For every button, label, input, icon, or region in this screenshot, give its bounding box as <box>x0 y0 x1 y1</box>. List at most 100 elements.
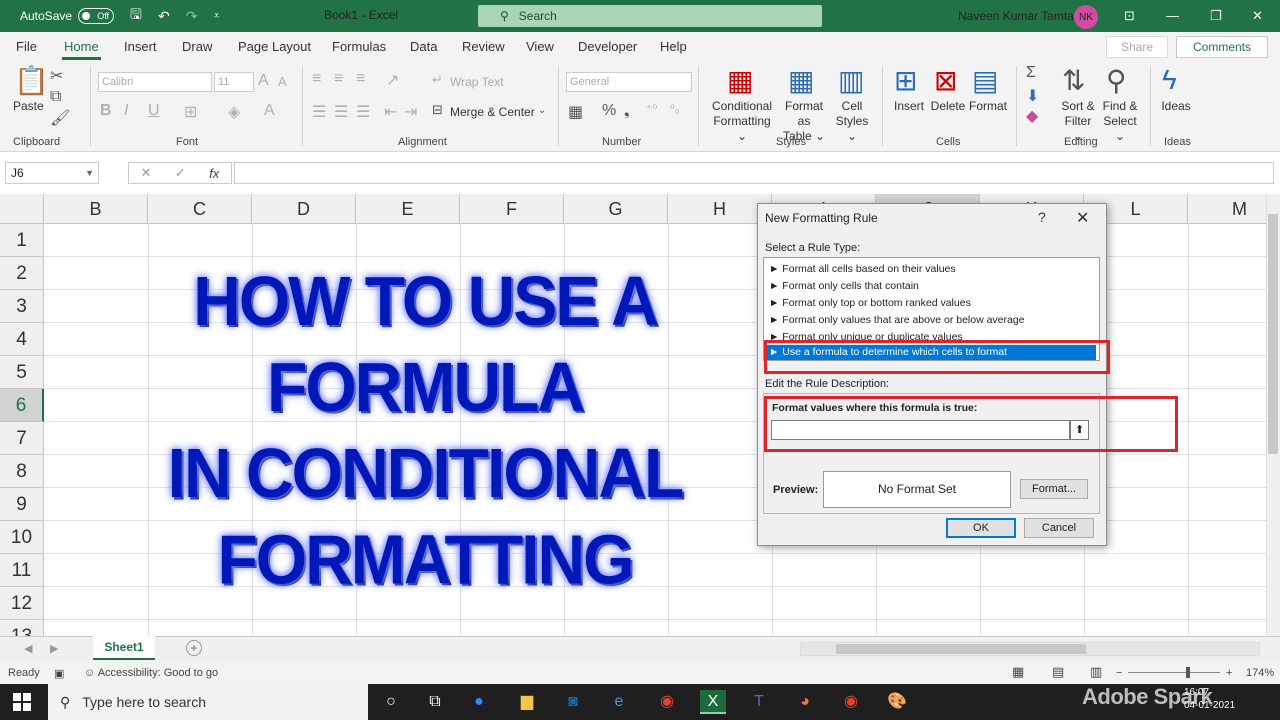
next-sheet-icon[interactable]: ▶ <box>50 642 58 655</box>
taskbar-search[interactable]: ⚲ Type here to search <box>48 684 368 720</box>
rule-type-item[interactable]: ► Format only values that are above or b… <box>769 314 1025 326</box>
row-header-5[interactable]: 5 <box>0 356 44 389</box>
column-header-d[interactable]: D <box>252 194 356 224</box>
percent-icon[interactable]: % <box>602 102 616 120</box>
paste-button-label[interactable]: Paste <box>13 99 44 114</box>
merge-center-icon[interactable]: ⊟ <box>432 102 443 118</box>
merge-dropdown-icon[interactable]: ⌄ <box>538 105 546 116</box>
accounting-format-icon[interactable]: ▦ <box>568 102 583 122</box>
formula-input[interactable] <box>234 162 1274 184</box>
italic-icon[interactable]: I <box>124 102 128 120</box>
ribbon-display-icon[interactable]: ⊡ <box>1124 8 1135 24</box>
row-header-10[interactable]: 10 <box>0 521 44 554</box>
insert-function-icon[interactable]: fx <box>209 166 219 181</box>
format-as-table-icon[interactable]: ▦ <box>788 64 814 97</box>
page-break-view-icon[interactable]: ▥ <box>1090 664 1102 680</box>
file-explorer-icon[interactable]: ▆ <box>514 690 540 714</box>
page-layout-view-icon[interactable]: ▤ <box>1052 664 1064 680</box>
cell-styles-icon[interactable]: ▥ <box>838 64 864 97</box>
paste-icon[interactable]: 📋 <box>14 64 49 97</box>
font-color-icon[interactable]: A <box>264 102 275 120</box>
zoom-out-icon[interactable]: − <box>1116 667 1122 679</box>
font-size-select[interactable]: 11 <box>214 72 254 92</box>
ok-button[interactable]: OK <box>946 518 1016 538</box>
firefox-icon[interactable]: ◕ <box>792 690 818 714</box>
copy-icon[interactable]: ⧉ <box>50 88 61 106</box>
row-header-1[interactable]: 1 <box>0 224 44 257</box>
underline-icon[interactable]: U <box>148 102 160 120</box>
horizontal-scrollbar-thumb[interactable] <box>836 644 1086 654</box>
taskbar-clock[interactable]: 16:07 04-01-2021 <box>1184 686 1235 712</box>
name-box[interactable]: J6 ▼ <box>5 162 99 184</box>
align-left-icon[interactable]: ☰ <box>312 102 326 122</box>
add-sheet-icon[interactable]: + <box>186 640 202 656</box>
cell-styles-button[interactable]: Cell Styles ⌄ <box>830 99 874 144</box>
decrease-font-icon[interactable]: A <box>278 74 287 89</box>
insert-cells-icon[interactable]: ⊞ <box>894 64 917 97</box>
merge-center-label[interactable]: Merge & Center <box>450 105 535 120</box>
column-header-m[interactable]: M <box>1188 194 1266 224</box>
tab-developer[interactable]: Developer <box>578 39 637 54</box>
minimize-icon[interactable]: — <box>1166 8 1179 23</box>
rule-type-item[interactable]: ► Format only top or bottom ranked value… <box>769 297 971 309</box>
normal-view-icon[interactable]: ▦ <box>1012 664 1024 680</box>
tab-review[interactable]: Review <box>462 39 505 54</box>
align-bottom-icon[interactable]: ≡ <box>356 70 365 88</box>
wrap-text-label[interactable]: Wrap Text <box>450 75 504 90</box>
tab-data[interactable]: Data <box>410 39 437 54</box>
prev-sheet-icon[interactable]: ◀ <box>24 642 32 655</box>
dialog-help-button[interactable]: ? <box>1038 209 1046 225</box>
wrap-text-icon[interactable]: ↵ <box>432 72 443 88</box>
macro-record-icon[interactable]: ▣ <box>54 667 64 680</box>
fill-color-icon[interactable]: ◈ <box>228 102 240 122</box>
sort-filter-icon[interactable]: ⇅ <box>1062 64 1085 97</box>
delete-cells-label[interactable]: Delete <box>930 99 966 114</box>
number-format-select[interactable]: General <box>566 72 692 92</box>
decrease-indent-icon[interactable]: ⇤ <box>384 102 397 122</box>
conditional-formatting-icon[interactable]: ▦ <box>727 64 753 97</box>
tab-page-layout[interactable]: Page Layout <box>238 39 311 54</box>
find-select-icon[interactable]: ⚲ <box>1106 64 1127 97</box>
row-header-4[interactable]: 4 <box>0 323 44 356</box>
decrease-decimal-icon[interactable]: ⁰₀ <box>670 102 680 116</box>
tab-home[interactable]: Home <box>62 39 101 60</box>
select-all-corner[interactable] <box>0 194 44 224</box>
column-header-b[interactable]: B <box>44 194 148 224</box>
find-select-button[interactable]: Find & Select ⌄ <box>1098 99 1142 144</box>
zoom-in-icon[interactable]: + <box>1226 667 1232 679</box>
cut-icon[interactable]: ✂ <box>50 66 63 86</box>
zoom-slider[interactable] <box>1128 672 1220 673</box>
align-top-icon[interactable]: ≡ <box>312 70 321 88</box>
column-header-f[interactable]: F <box>460 194 564 224</box>
align-middle-icon[interactable]: ≡ <box>334 70 343 88</box>
customize-qat-icon[interactable]: ⩡ <box>213 10 219 23</box>
row-header-13[interactable]: 13 <box>0 620 44 636</box>
tab-view[interactable]: View <box>526 39 554 54</box>
user-name[interactable]: Naveen Kumar Tamta <box>958 9 1074 23</box>
close-window-icon[interactable]: ✕ <box>1252 8 1263 24</box>
row-header-9[interactable]: 9 <box>0 488 44 521</box>
ideas-button-label[interactable]: Ideas <box>1160 99 1192 114</box>
chrome-icon[interactable]: ◉ <box>654 690 680 714</box>
tab-help[interactable]: Help <box>660 39 687 54</box>
column-header-c[interactable]: C <box>148 194 252 224</box>
row-header-6[interactable]: 6 <box>0 389 44 422</box>
orientation-icon[interactable]: ↗ <box>386 70 399 90</box>
row-header-2[interactable]: 2 <box>0 257 44 290</box>
search-box[interactable]: ⚲ Search <box>478 5 822 27</box>
conditional-formatting-button[interactable]: Conditional Formatting ⌄ <box>708 99 776 144</box>
paint-icon[interactable]: 🎨 <box>884 690 910 714</box>
zoom-slider-thumb[interactable] <box>1186 667 1190 678</box>
name-box-dropdown-icon[interactable]: ▼ <box>85 163 94 183</box>
align-right-icon[interactable]: ☰ <box>356 102 370 122</box>
format-button[interactable]: Format... <box>1020 479 1088 499</box>
row-header-11[interactable]: 11 <box>0 554 44 587</box>
comments-button[interactable]: Comments <box>1176 36 1268 58</box>
rule-type-item[interactable]: ► Format only cells that contain <box>769 280 919 292</box>
row-header-3[interactable]: 3 <box>0 290 44 323</box>
insert-cells-label[interactable]: Insert <box>892 99 926 114</box>
task-view-icon[interactable]: ⧉ <box>422 690 448 714</box>
tab-formulas[interactable]: Formulas <box>332 39 386 54</box>
rule-type-item[interactable]: ► Format all cells based on their values <box>769 263 956 275</box>
autosum-icon[interactable]: Σ <box>1026 64 1036 82</box>
